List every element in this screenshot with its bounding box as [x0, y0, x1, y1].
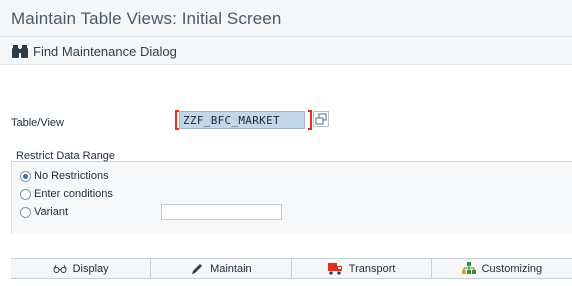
table-view-label: Table/View	[11, 117, 64, 129]
find-maintenance-dialog-button[interactable]: Find Maintenance Dialog	[12, 42, 177, 60]
toolbar: Find Maintenance Dialog	[0, 37, 572, 65]
customizing-button[interactable]: Customizing	[432, 259, 572, 278]
table-view-field: ZZF_BFC_MARKET	[175, 110, 315, 130]
radio-button-selected[interactable]	[20, 170, 31, 182]
variant-input[interactable]	[161, 204, 282, 220]
radio-label: No Restrictions	[34, 170, 109, 182]
title-bar: Maintain Table Views: Initial Screen	[0, 0, 572, 37]
binoculars-icon	[12, 44, 28, 58]
radio-button[interactable]	[20, 188, 31, 200]
truck-icon	[327, 262, 343, 275]
value-help-icon	[315, 113, 327, 125]
radio-label: Enter conditions	[34, 188, 113, 200]
focus-bracket-right	[308, 110, 312, 130]
transport-label: Transport	[348, 262, 396, 275]
radio-button[interactable]	[20, 206, 31, 218]
radio-label: Variant	[34, 206, 69, 218]
find-maintenance-dialog-label: Find Maintenance Dialog	[33, 43, 177, 59]
radio-variant[interactable]: Variant	[20, 206, 68, 218]
radio-enter-conditions[interactable]: Enter conditions	[20, 188, 113, 200]
maintain-button[interactable]: Maintain	[151, 259, 292, 278]
glasses-icon	[53, 264, 67, 274]
hierarchy-icon	[461, 262, 476, 275]
pencil-icon	[190, 263, 204, 275]
display-label: Display	[72, 262, 109, 275]
radio-no-restrictions[interactable]: No Restrictions	[20, 170, 109, 182]
restrict-group-title: Restrict Data Range	[16, 150, 116, 162]
table-view-input[interactable]: ZZF_BFC_MARKET	[179, 111, 305, 129]
action-button-bar: Display Maintain Transport Customizing	[11, 258, 572, 279]
transport-button[interactable]: Transport	[292, 259, 432, 278]
restrict-group-header: Restrict Data Range	[11, 148, 572, 162]
value-help-button[interactable]	[313, 111, 329, 127]
page-title: Maintain Table Views: Initial Screen	[11, 9, 282, 28]
customizing-label: Customizing	[481, 262, 543, 275]
display-button[interactable]: Display	[11, 259, 152, 278]
maintain-label: Maintain	[210, 262, 252, 275]
